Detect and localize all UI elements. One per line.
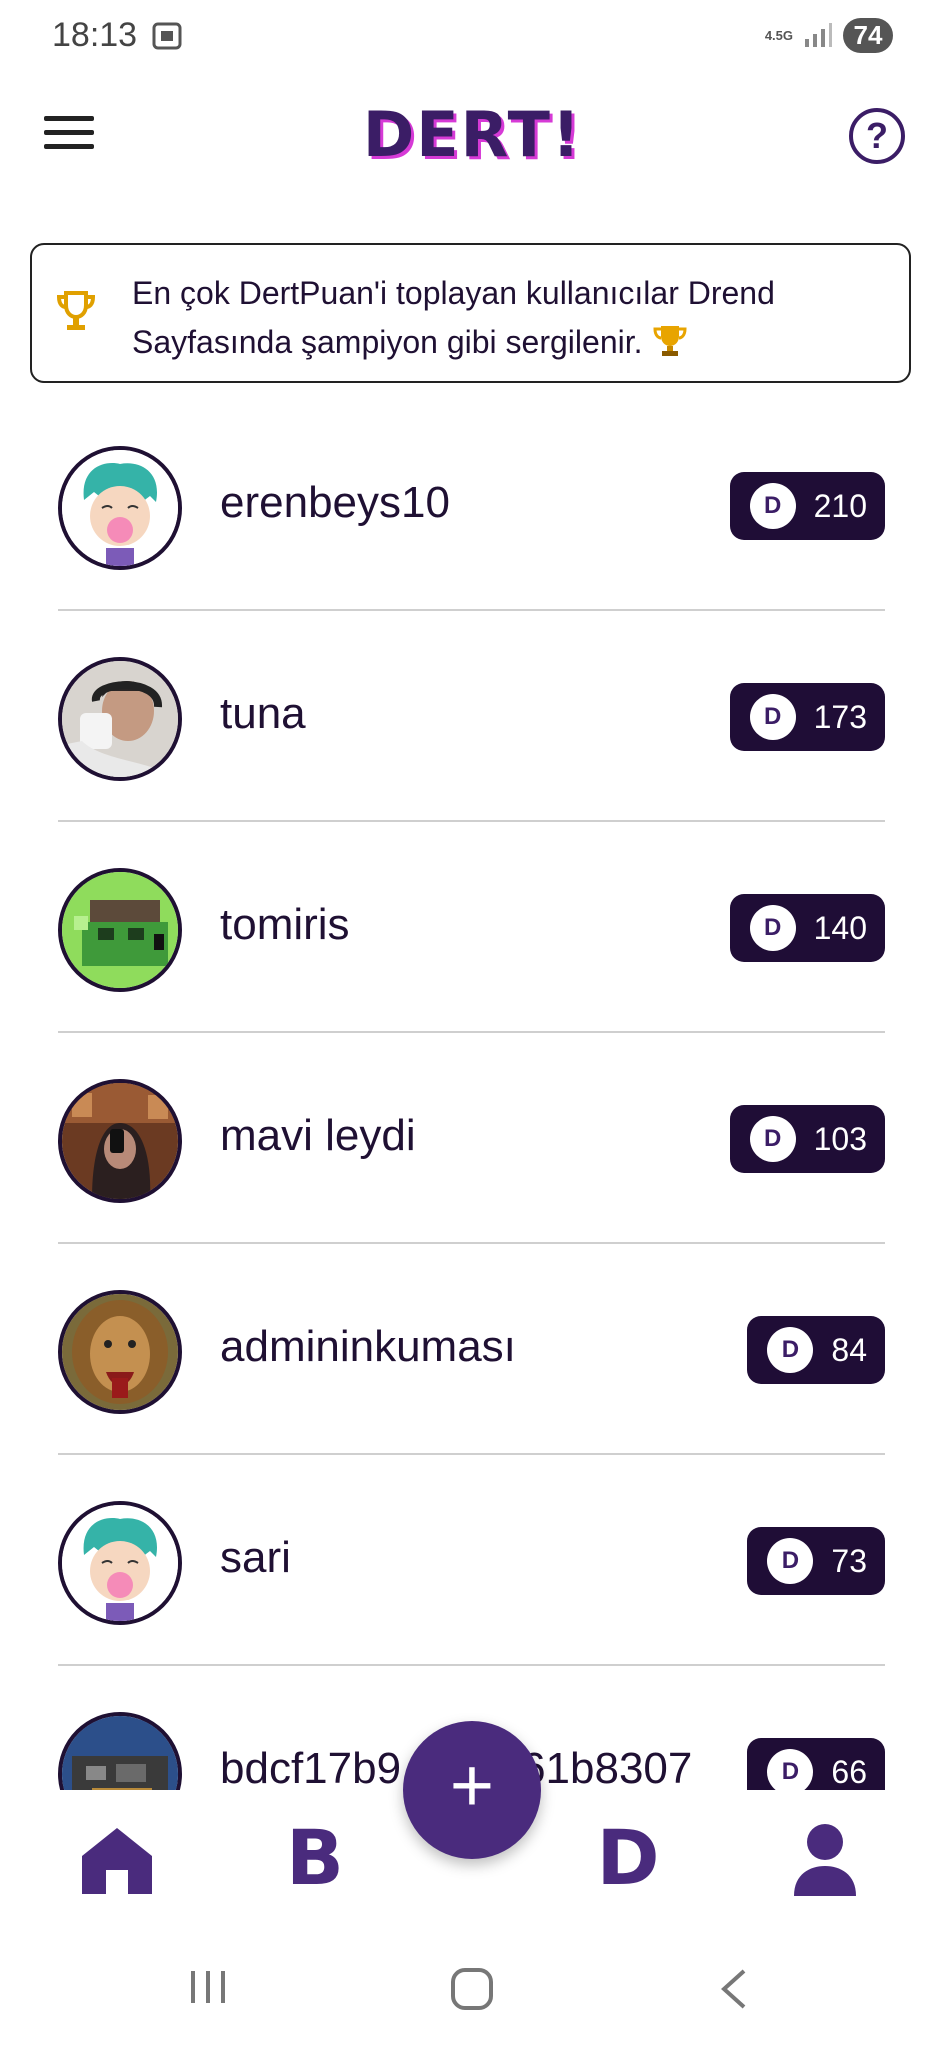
- avatar[interactable]: [58, 1501, 182, 1625]
- points-badge[interactable]: D 73: [747, 1527, 885, 1595]
- person-photo-icon: [62, 661, 178, 777]
- avatar[interactable]: [58, 1712, 182, 1790]
- points-value: 210: [813, 487, 867, 524]
- person-icon: [794, 1824, 856, 1896]
- points-badge[interactable]: D 66: [747, 1738, 885, 1790]
- nav-d[interactable]: D: [583, 1818, 673, 1898]
- dertpuan-coin-icon: D: [749, 483, 796, 529]
- username: erenbeys10: [220, 478, 450, 527]
- back-icon[interactable]: [718, 1967, 748, 2011]
- points-badge[interactable]: D 103: [729, 1105, 885, 1173]
- avatar[interactable]: [58, 1079, 182, 1203]
- battery-indicator: 74: [843, 17, 893, 53]
- username: tomiris: [220, 900, 350, 949]
- help-button[interactable]: ?: [849, 108, 905, 164]
- trophy-emoji-icon: [652, 326, 687, 356]
- avatar[interactable]: [58, 446, 182, 570]
- dertpuan-coin-icon: D: [767, 1538, 814, 1584]
- app-logo: DERT!: [362, 98, 583, 171]
- points-value: 140: [813, 909, 867, 946]
- dertpuan-coin-icon: D: [767, 1327, 814, 1373]
- list-item[interactable]: tomiris D 140: [58, 822, 885, 1033]
- list-item[interactable]: mavi leydi D 103: [58, 1033, 885, 1244]
- username: admininkuması: [220, 1322, 516, 1371]
- nav-b[interactable]: B: [270, 1818, 360, 1898]
- list-item[interactable]: erenbeys10 D 210: [58, 400, 885, 611]
- avatar[interactable]: [58, 657, 182, 781]
- cartoon-avatar-icon: [62, 1505, 178, 1621]
- points-badge[interactable]: D 210: [729, 472, 885, 540]
- nav-home[interactable]: [72, 1818, 162, 1898]
- username: sari: [220, 1533, 291, 1582]
- network-indicator: 4.5G: [764, 27, 793, 43]
- username: tuna: [220, 689, 306, 738]
- info-banner: En çok DertPuan'i toplayan kullanıcılar …: [30, 243, 911, 383]
- home-system-icon[interactable]: [450, 1967, 494, 2011]
- username-end: 61b8307: [521, 1744, 693, 1790]
- points-value: 66: [831, 1753, 867, 1790]
- avatar[interactable]: [58, 1290, 182, 1414]
- points-badge[interactable]: D 84: [747, 1316, 885, 1384]
- dertpuan-coin-icon: D: [767, 1749, 814, 1790]
- avatar[interactable]: [58, 868, 182, 992]
- lion-photo-icon: [62, 1294, 178, 1410]
- status-bar: 18:13 4.5G 74: [0, 0, 945, 70]
- system-navigation: [0, 1925, 945, 2048]
- home-icon: [82, 1828, 152, 1894]
- dertpuan-coin-icon: D: [749, 694, 796, 740]
- recent-apps-icon[interactable]: [188, 1967, 228, 2007]
- cartoon-avatar-icon: [62, 450, 178, 566]
- points-value: 173: [813, 698, 867, 735]
- nav-profile[interactable]: [780, 1818, 870, 1898]
- points-badge[interactable]: D 140: [729, 894, 885, 962]
- app-bar: DERT! ?: [0, 80, 945, 190]
- points-value: 73: [831, 1542, 867, 1579]
- points-value: 84: [831, 1331, 867, 1368]
- leaderboard-list[interactable]: erenbeys10 D 210 tuna D 173 tomiris D 14…: [0, 400, 945, 1790]
- add-button[interactable]: +: [403, 1721, 541, 1859]
- points-badge[interactable]: D 173: [729, 683, 885, 751]
- screenshot-icon: [152, 22, 182, 50]
- list-item[interactable]: tuna D 173: [58, 611, 885, 822]
- list-item[interactable]: admininkuması D 84: [58, 1244, 885, 1455]
- points-value: 103: [813, 1120, 867, 1157]
- trophy-icon: [56, 291, 96, 330]
- engine-photo-icon: [62, 1716, 178, 1790]
- signal-icon: [805, 23, 832, 47]
- selfie-photo-icon: [62, 1083, 178, 1199]
- dertpuan-coin-icon: D: [749, 1116, 796, 1162]
- banner-text: En çok DertPuan'i toplayan kullanıcılar …: [132, 269, 879, 367]
- pixel-zombie-icon: [62, 872, 178, 988]
- username: mavi leydi: [220, 1111, 416, 1160]
- dertpuan-coin-icon: D: [749, 905, 796, 951]
- list-item[interactable]: sari D 73: [58, 1455, 885, 1666]
- username-start: bdcf17b9: [220, 1744, 402, 1790]
- status-time: 18:13: [52, 16, 138, 54]
